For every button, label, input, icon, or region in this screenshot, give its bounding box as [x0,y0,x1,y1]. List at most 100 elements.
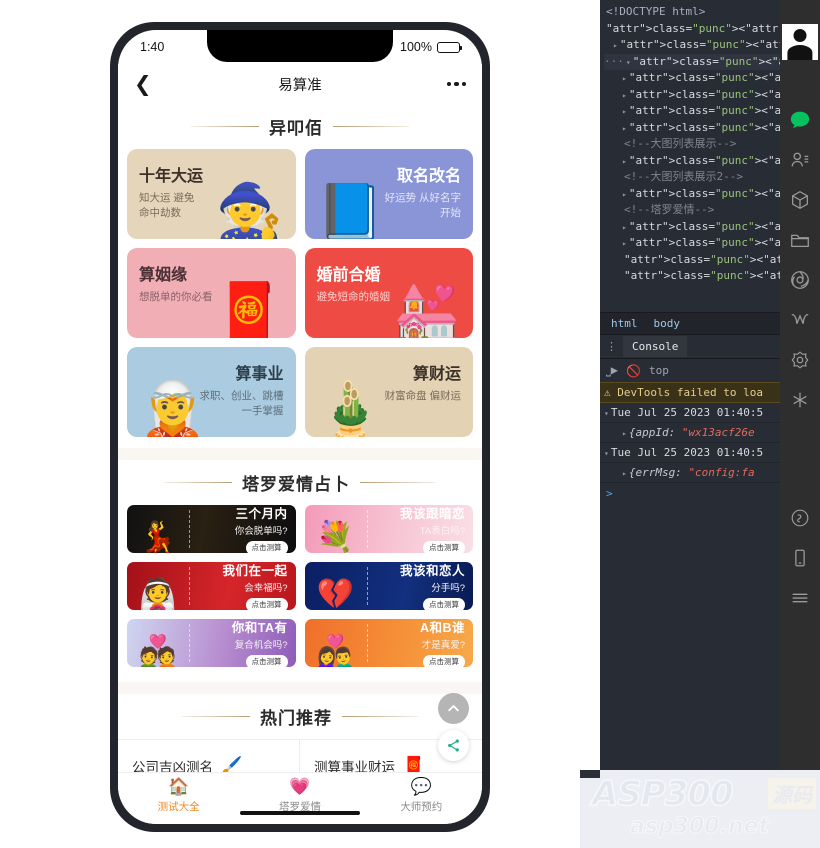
wechat-sidebar [780,0,820,848]
dom-tree-line[interactable]: ▸"attr">class="punc"><"attr">class="tag"… [604,37,780,54]
phone-icon[interactable] [780,538,820,578]
clear-console-icon[interactable]: 🚫 [626,364,641,378]
tarot-card-line2: 分手吗? [431,583,465,594]
section-header-tarot: 塔罗爱情占卜 [118,460,482,505]
dom-tree-line[interactable]: <!--塔罗爱情--> [604,202,780,219]
dom-tree-line[interactable]: <!--大图列表展示--> [604,136,780,153]
console-log-header[interactable]: ▾ Tue Jul 25 2023 01:40:5 [600,443,780,463]
dom-tree-line[interactable]: ▸"attr">class="punc"><"attr">class="tag"… [604,186,780,203]
console-context-selector[interactable]: top [649,364,669,377]
feature-card-text: 算事业 求职、创业、跳槽 一手掌握 [139,360,284,419]
disclosure-triangle-icon: ▸ [622,222,627,232]
dashed-divider [189,567,190,605]
feature-card[interactable]: 🧝 算事业 求职、创业、跳槽 一手掌握 [127,347,296,437]
dom-tree-line[interactable]: ▸"attr">class="punc"><"attr">class="tag"… [604,87,780,104]
dom-tree-line[interactable]: <!DOCTYPE html> [604,4,780,21]
dom-tree-line[interactable]: "attr">class="punc"><"attr">class="tag">… [604,268,780,285]
feature-card[interactable]: 🧙 十年大运 知大运 避免 命中劫数 [127,149,296,239]
dom-tree-line[interactable]: "attr">class="punc"><"attr">class="tag">… [604,21,780,38]
channels-icon[interactable] [780,300,820,340]
search-sticker-icon[interactable] [780,380,820,420]
dashed-divider [366,624,368,662]
more-menu-icon[interactable] [780,578,820,618]
tab-chat[interactable]: 💬 大师预约 [361,777,482,814]
dom-tree-line[interactable]: ▸"attr">class="punc"><"attr">class="tag"… [604,219,780,236]
tarot-cta-button[interactable]: 点击测算 [423,597,465,610]
divider-line-left [191,125,259,128]
console-output: ⚠ DevTools failed to loa ▾ Tue Jul 25 202… [600,382,780,504]
tarot-card-line2: 你会脱单吗? [234,526,288,537]
dom-tree-line[interactable]: ···▾"attr">class="punc"><"attr">class="t… [604,53,780,70]
section-header-suanming: 异叩佰 [118,104,482,149]
phone-screen: 1:40 100% ❮ 易算准 异叩佰 🧙 十年大运 知大运 避免 命中劫数 📘… [118,30,482,824]
share-icon [448,739,459,752]
tab-console[interactable]: Console [623,336,688,357]
dom-tree-line[interactable]: ▸"attr">class="punc"><"attr">class="tag"… [604,235,780,252]
breakup-icon: 💔 [316,578,355,610]
disclosure-triangle-icon: ▸ [622,189,627,199]
tarot-card[interactable]: 💐 我该跟暗恋 TA表白吗? 点击测算 [304,505,473,553]
tab-heart[interactable]: 💗 塔罗爱情 [239,777,360,814]
page-scroll-area[interactable]: 异叩佰 🧙 十年大运 知大运 避免 命中劫数 📘 取名改名 好运势 从好名字 开始 … [118,104,482,772]
tarot-card[interactable]: 👰 我们在一起 会幸福吗? 点击测算 [127,562,296,610]
chat-icon[interactable] [780,100,820,140]
tarot-card[interactable]: 👩‍❤️‍👨 A和B谁 才是真爱? 点击测算 [304,619,473,667]
tarot-card[interactable]: 💑 你和TA有 复合机会吗? 点击测算 [127,619,296,667]
top-stories-icon[interactable] [780,340,820,380]
console-log-object[interactable]: ▸ {errMsg: "config:fa [600,463,780,483]
dom-tree-line[interactable]: ▸"attr">class="punc"><"attr">class="tag"… [604,103,780,120]
avatar[interactable] [782,24,818,60]
dom-tree[interactable]: <!DOCTYPE html> "attr">class="punc"><"at… [600,0,780,312]
moments-icon[interactable] [780,260,820,300]
tarot-cta-button[interactable]: 点击测算 [245,654,288,667]
section-title-hot: 热门推荐 [260,709,332,729]
tarot-cta-button[interactable]: 点击测算 [423,654,465,667]
console-log-object[interactable]: ▸ {appId: "wx13acf26e [600,423,780,443]
tarot-cta-button[interactable]: 点击测算 [245,597,288,610]
watermark-url: asp300.net [629,814,770,840]
tarot-card[interactable]: 💔 我该和恋人 分手吗? 点击测算 [304,562,473,610]
page-title: 易算准 [278,77,322,94]
dom-tree-line[interactable]: ▸"attr">class="punc"><"attr">class="tag"… [604,120,780,137]
wechat-pay-icon[interactable] [780,498,820,538]
back-icon[interactable]: ❮ [134,73,152,95]
dom-tree-line[interactable]: ▸"attr">class="punc"><"attr">class="tag"… [604,153,780,170]
dashed-divider [366,567,368,605]
dom-overflow-dots: ··· [604,54,624,68]
home-icon: 🏠 [168,777,190,796]
hot-recommend-item[interactable]: 公司吉凶测名 🖌️ [118,739,300,772]
warning-icon: ⚠ [604,386,611,399]
divider-line-right [342,715,418,718]
dashed-divider [366,510,368,548]
breadcrumb-item[interactable]: body [647,315,688,332]
console-prompt[interactable]: > [600,483,780,504]
feature-card[interactable]: 💒 婚前合婚 避免短命的婚姻 [304,248,473,338]
tab-home[interactable]: 🏠 测试大全 [118,777,239,814]
kebab-menu-icon[interactable]: ⋮ [606,340,617,353]
mini-program-icon[interactable] [780,180,820,220]
feature-card[interactable]: 🧧 算姻缘 想脱单的你必看 [127,248,296,338]
feature-card[interactable]: 📘 取名改名 好运势 从好名字 开始 [304,149,473,239]
divider-line-right [333,125,409,128]
tarot-card[interactable]: 💃 三个月内 你会脱单吗? 点击测算 [127,505,296,553]
console-log-header[interactable]: ▾ Tue Jul 25 2023 01:40:5 [600,403,780,423]
dom-tree-line[interactable]: ▸"attr">class="punc"><"attr">class="tag"… [604,70,780,87]
contacts-icon[interactable] [780,140,820,180]
console-sidebar-icon[interactable]: ⎵▶ [606,363,618,378]
watermark-badge: 源码 [768,778,816,809]
ellipsis-icon[interactable] [446,81,466,87]
files-icon[interactable] [780,220,820,260]
heart-icon: 💗 [289,777,311,796]
warning-text: DevTools failed to loa [617,386,763,399]
share-button[interactable] [438,730,469,761]
scroll-to-top-button[interactable] [438,693,469,724]
tarot-cta-button[interactable]: 点击测算 [245,540,288,553]
screenshot-root: 1:40 100% ❮ 易算准 异叩佰 🧙 十年大运 知大运 避免 命中劫数 📘… [0,0,820,848]
feature-card-subtitle: 知大运 避免 命中劫数 [139,192,195,220]
feature-card[interactable]: 🎍 算财运 财富命盘 偏财运 [304,347,473,437]
dom-tree-line[interactable]: <!--大图列表展示2--> [604,169,780,186]
dom-tree-line[interactable]: "attr">class="punc"><"attr">class="tag">… [604,252,780,269]
tarot-cta-button[interactable]: 点击测算 [423,540,465,553]
tarot-card-text: 三个月内 你会脱单吗? 点击测算 [235,505,288,553]
breadcrumb-item[interactable]: html [604,315,645,332]
